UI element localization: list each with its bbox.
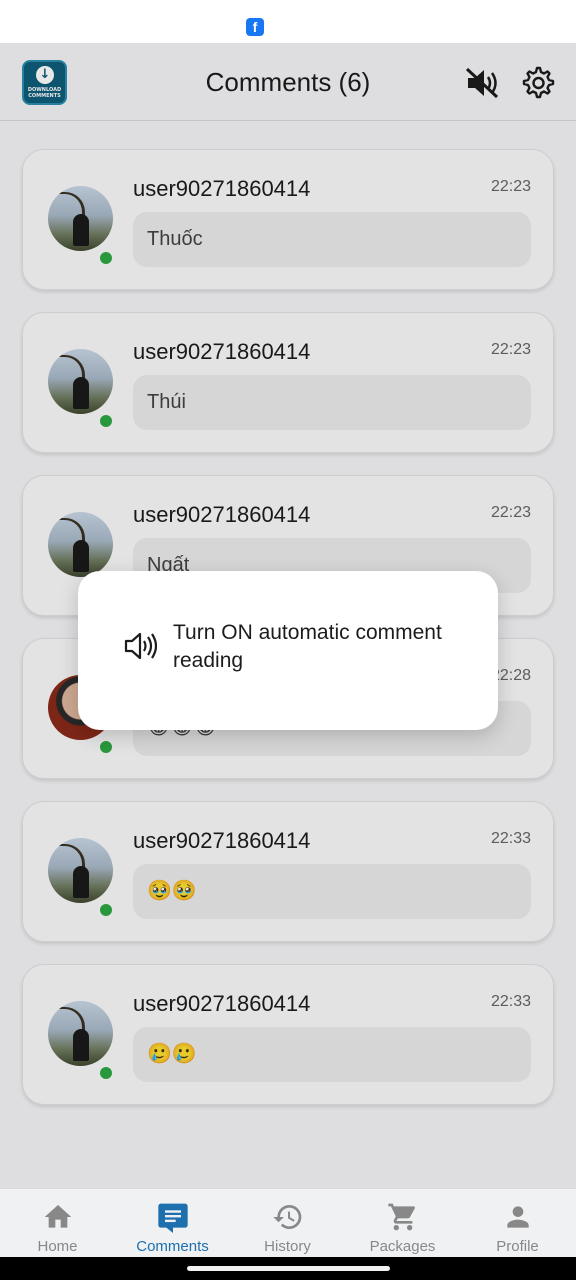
nav-comments-label: Comments — [136, 1238, 209, 1255]
nav-profile[interactable]: Profile — [460, 1189, 575, 1258]
nav-home-label: Home — [37, 1238, 78, 1255]
speaker-icon — [124, 632, 157, 660]
toast-popup: Turn ON automatic comment reading — [78, 571, 498, 730]
facebook-icon: f — [246, 18, 264, 36]
nav-packages[interactable]: Packages — [345, 1189, 460, 1258]
nav-history-label: History — [264, 1238, 311, 1255]
nav-home[interactable]: Home — [0, 1189, 115, 1258]
comment-icon — [158, 1203, 188, 1233]
home-gesture-bar[interactable] — [187, 1266, 390, 1271]
nav-comments[interactable]: Comments — [115, 1189, 230, 1258]
status-bar: f — [0, 0, 576, 43]
nav-history[interactable]: History — [230, 1189, 345, 1258]
nav-profile-label: Profile — [496, 1238, 539, 1255]
history-icon — [273, 1205, 302, 1229]
nav-packages-label: Packages — [369, 1238, 436, 1255]
bottom-navigation: Home Comments History Packages Profile — [0, 1188, 576, 1257]
toast-message: Turn ON automatic comment reading — [173, 621, 442, 672]
person-icon — [507, 1206, 529, 1228]
home-icon — [44, 1205, 72, 1228]
system-gesture-area — [0, 1257, 576, 1280]
cart-icon — [388, 1203, 416, 1231]
